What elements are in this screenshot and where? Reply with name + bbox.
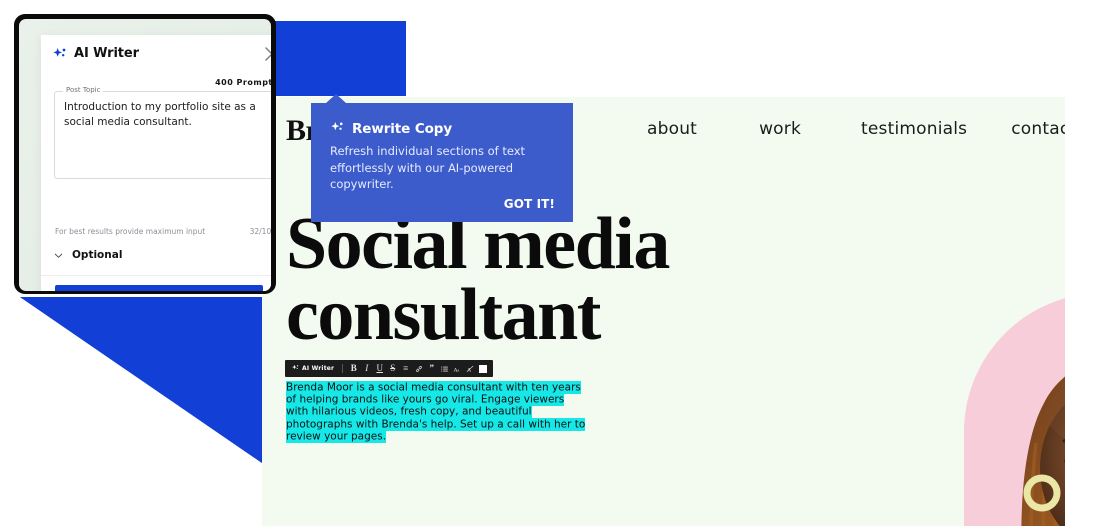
sparkle-icon [53,48,66,57]
nav-link-testimonials[interactable]: testimonials [861,119,967,139]
prompts-count: 400 Prompts [215,78,271,87]
nav-links: about work testimonials contact [647,119,1065,139]
post-topic-field[interactable]: Post Topic Introduction to my portfolio … [54,86,271,179]
panel-divider [41,275,271,276]
strikethrough-button[interactable]: S [386,361,399,376]
optional-label: Optional [72,249,123,261]
helper-text: For best results provide maximum input [55,227,206,236]
underline-button[interactable]: U [373,361,386,376]
laptop-screen: AI Writer 400 Prompts Post Topic Introdu… [19,19,271,291]
ai-writer-header: AI Writer [41,35,271,75]
chevron-down-icon [54,253,63,258]
sparkle-icon [292,364,299,370]
headline-line-2: consultant [286,274,601,357]
tooltip-arrow [326,94,346,103]
tooltip-got-it-button[interactable]: GOT IT! [504,197,555,211]
toolbar-divider [342,364,344,373]
nav-link-contact[interactable]: contact [1011,119,1065,139]
website-body-copy: Brenda Moor is a social media consultant… [286,380,586,444]
highlight-button[interactable]: ≡ [399,361,412,376]
list-button[interactable] [438,361,451,376]
list-icon [441,366,449,371]
bold-button[interactable]: B [347,361,360,376]
toolbar-ai-writer-button[interactable]: AI Writer [290,364,338,373]
rich-text-editor-toolbar[interactable]: AI Writer B I U S ≡ ” A a A [285,360,494,377]
write-my-idea-button[interactable]: WRITE MY IDEA [55,285,263,291]
sparkle-icon [331,121,343,131]
highlighted-text[interactable]: Brenda Moor is a social media consultant… [286,380,586,444]
ai-writer-panel: AI Writer 400 Prompts Post Topic Introdu… [41,35,271,291]
toolbar-ai-writer-label: AI Writer [302,365,335,372]
post-topic-legend: Post Topic [63,86,104,94]
quote-button[interactable]: ” [425,361,438,376]
font-size-icon: A a [454,367,460,373]
link-icon [415,365,422,372]
tooltip-title: Rewrite Copy [352,121,453,137]
char-count: 32/100 [249,227,271,236]
link-button[interactable] [412,361,425,376]
close-icon[interactable] [263,45,271,63]
font-size-button[interactable]: A a [451,361,464,376]
nav-link-about[interactable]: about [647,119,697,139]
svg-text:a: a [458,368,460,372]
tooltip-body: Refresh individual sections of text effo… [330,144,526,191]
portrait-photo [964,293,1065,526]
optional-section-toggle[interactable]: Optional [53,249,122,261]
svg-text:A: A [467,367,472,373]
text-color-swatch[interactable] [477,361,488,376]
rewrite-copy-tooltip: Rewrite Copy Refresh individual sections… [311,94,573,222]
post-topic-helper-row: For best results provide maximum input 3… [55,227,271,236]
post-topic-input[interactable]: Introduction to my portfolio site as a s… [64,100,262,130]
blue-wedge-bottom-fill [20,297,262,463]
italic-button[interactable]: I [360,361,373,376]
nav-link-work[interactable]: work [759,119,801,139]
clear-format-button[interactable]: A [464,361,477,376]
page-headline: Social media consultant [286,207,686,357]
ai-writer-title: AI Writer [74,46,139,61]
clear-format-icon: A [466,365,474,373]
laptop-device: AI Writer 400 Prompts Post Topic Introdu… [14,14,276,294]
